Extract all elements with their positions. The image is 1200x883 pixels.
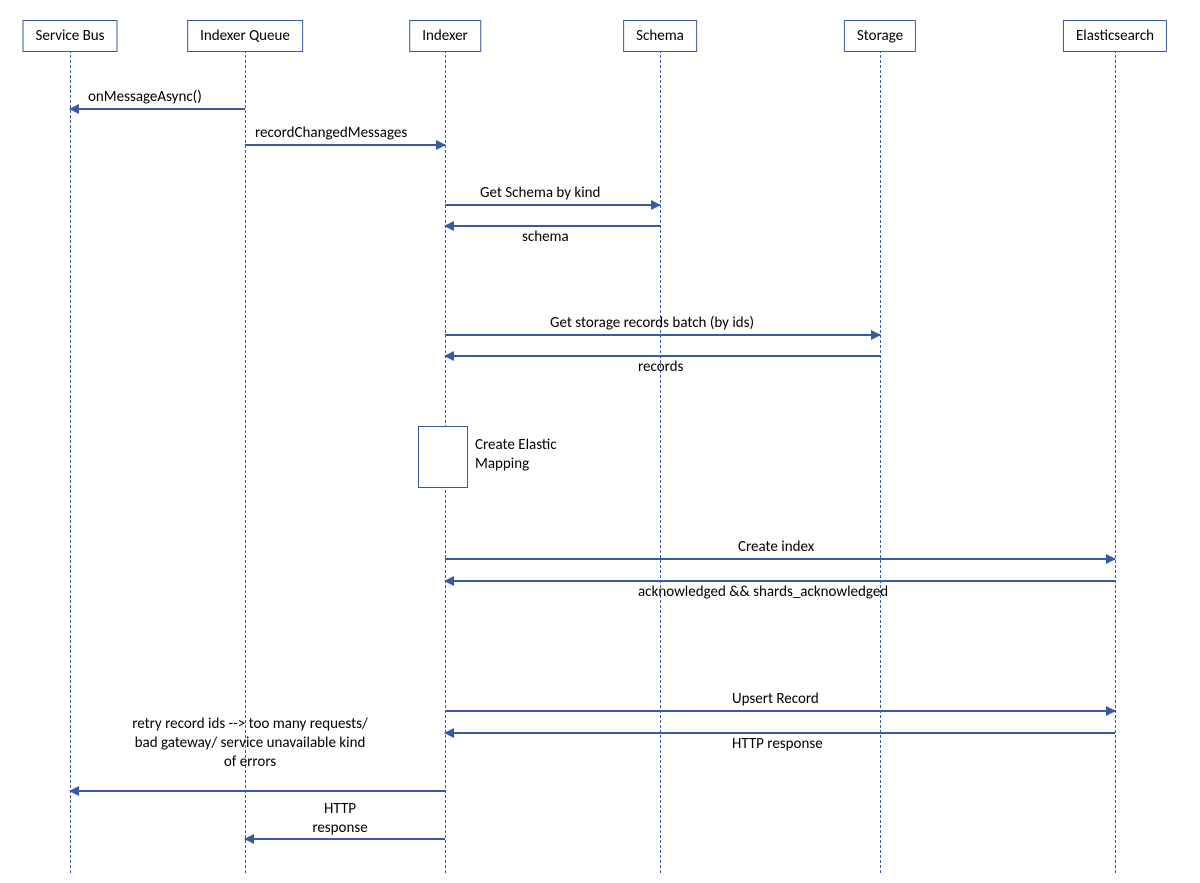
arrow-ack-shards — [445, 580, 1115, 582]
arrow-http-response-1 — [445, 732, 1115, 734]
arrow-onmessageasync — [70, 108, 245, 110]
participant-indexer: Indexer — [409, 20, 481, 52]
lifeline-storage — [880, 50, 881, 873]
label-onmessageasync: onMessageAsync() — [88, 88, 202, 106]
lifeline-service-bus — [70, 50, 71, 873]
lifeline-schema — [660, 50, 661, 873]
arrow-http-response-2 — [245, 838, 445, 840]
arrow-create-index — [445, 558, 1115, 560]
arrow-retry-errors — [70, 790, 445, 792]
participant-schema: Schema — [623, 20, 697, 52]
label-get-storage: Get storage records batch (by ids) — [550, 314, 754, 332]
participant-elasticsearch: Elasticsearch — [1063, 20, 1167, 52]
arrow-get-schema — [445, 204, 660, 206]
label-ack-shards: acknowledged && shards_acknowledged — [638, 583, 888, 601]
label-schema-return: schema — [522, 228, 569, 246]
participant-indexer-queue: Indexer Queue — [187, 20, 303, 52]
participant-storage: Storage — [844, 20, 916, 52]
label-recordchangedmessages: recordChangedMessages — [255, 124, 407, 142]
label-get-schema: Get Schema by kind — [480, 184, 600, 202]
participant-service-bus: Service Bus — [22, 20, 117, 52]
label-records-return: records — [638, 358, 683, 376]
arrow-records-return — [445, 355, 880, 357]
label-http-response-1: HTTP response — [732, 735, 823, 753]
lifeline-elasticsearch — [1115, 50, 1116, 873]
label-create-index: Create index — [738, 538, 814, 556]
self-box-create-elastic-mapping — [418, 426, 468, 488]
label-create-elastic-mapping: Create ElasticMapping — [475, 436, 585, 474]
label-retry-errors: retry record ids --> too many requests/b… — [95, 715, 405, 771]
arrow-upsert-record — [445, 710, 1115, 712]
label-http-response-2: HTTPresponse — [300, 800, 380, 838]
arrow-get-storage — [445, 334, 880, 336]
arrow-schema-return — [445, 225, 660, 227]
label-upsert-record: Upsert Record — [732, 690, 819, 708]
arrow-recordchangedmessages — [245, 144, 445, 146]
